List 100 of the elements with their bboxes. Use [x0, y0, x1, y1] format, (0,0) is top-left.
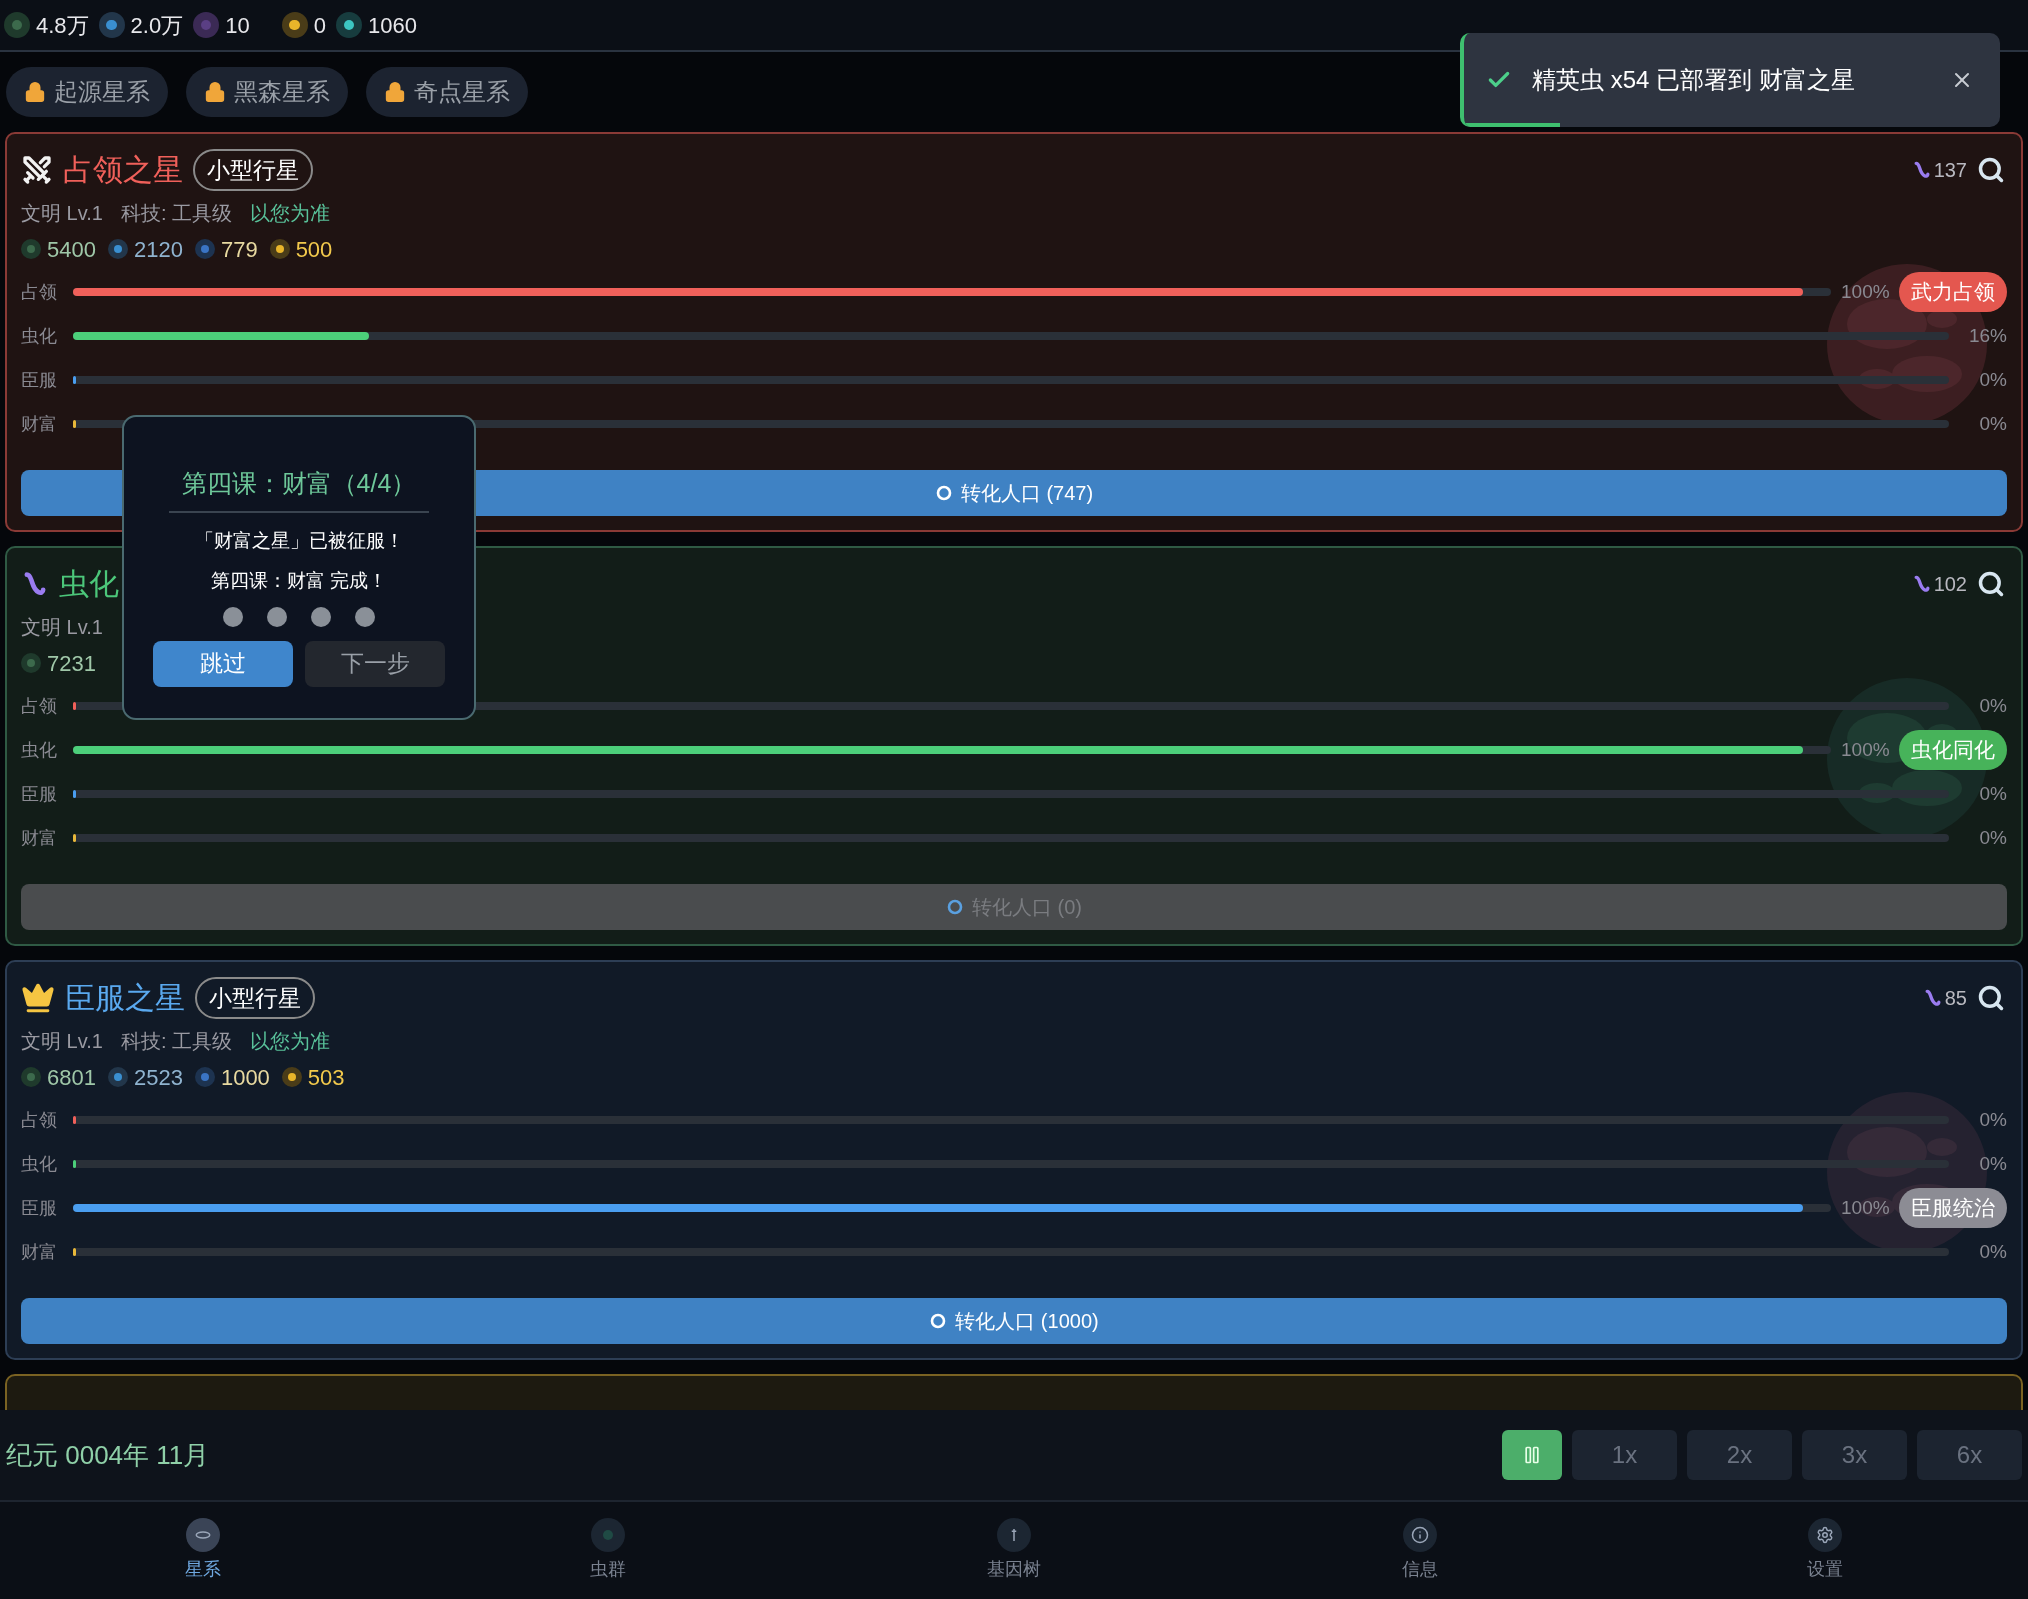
galaxy-tab[interactable]: 奇点星系 [366, 67, 528, 117]
coin-icon [281, 1067, 302, 1087]
crossed-swords-icon [21, 154, 53, 186]
nav-tab[interactable]: 星系 [0, 1502, 406, 1599]
nav-tab[interactable]: 基因树 [811, 1502, 1217, 1599]
bar-percent: 16% [1967, 323, 2007, 348]
planet-title: 臣服之星 [65, 983, 185, 1013]
bar-label: 财富 [21, 1240, 58, 1264]
bar-percent: 0% [1978, 1107, 2007, 1132]
orb-icon [193, 12, 220, 38]
coin-icon [269, 239, 290, 259]
population-icon [4, 12, 30, 38]
planet-info: 以您为准 [250, 201, 330, 226]
lock-icon [384, 81, 406, 103]
bar-percent: 0% [1978, 825, 2007, 850]
planet-info: 文明 Lv.1 [21, 615, 103, 640]
resource-value: 2120 [133, 235, 183, 264]
resource-value: 5400 [47, 235, 96, 264]
resource-value: 1060 [367, 11, 417, 40]
resource-value: 0 [313, 11, 326, 40]
gem-icon [107, 239, 128, 259]
pause-icon [1522, 1445, 1542, 1465]
hive-icon [194, 1067, 215, 1087]
nav-icon [997, 1518, 1031, 1552]
bar-percent: 0% [1978, 1239, 2007, 1264]
refresh-icon [946, 898, 964, 916]
bar-label: 虫化 [21, 1152, 58, 1176]
lock-icon [24, 81, 46, 103]
planet-info: 以您为准 [250, 1029, 330, 1054]
nav-tab[interactable]: 设置 [1622, 1502, 2028, 1599]
bar-percent: 0% [1978, 781, 2007, 806]
tutorial-title: 第四课：财富（4/4） [181, 468, 417, 499]
bar-label: 臣服 [21, 368, 58, 392]
tutorial-text: 「财富之星」已被征服！ [194, 528, 404, 553]
status-badge: 臣服统治 [1899, 1188, 2007, 1228]
next-button[interactable]: 下一步 [305, 640, 445, 687]
coin-icon [281, 12, 308, 38]
crown-icon [21, 981, 55, 1015]
bar-label: 财富 [21, 412, 58, 436]
resource-value: 1000 [220, 1063, 270, 1092]
resource-value: 6801 [47, 1063, 96, 1092]
bar-label: 虫化 [21, 738, 58, 762]
settings-icon [1808, 1518, 1843, 1552]
skip-button[interactable]: 跳过 [153, 640, 293, 687]
gem-icon [107, 1067, 128, 1087]
tutorial-text: 第四课：财富 完成！ [210, 568, 388, 593]
population-icon [21, 653, 41, 673]
planet-title: 虫化 [59, 569, 119, 599]
nav-tab[interactable]: 虫群 [405, 1502, 812, 1599]
resource-value: 2523 [133, 1063, 183, 1092]
nav-icon [185, 1518, 220, 1552]
population-icon [21, 239, 41, 259]
planet-info: 科技: 工具级 [120, 1029, 232, 1054]
bar-label: 财富 [21, 826, 58, 850]
resource-value: 7231 [47, 649, 96, 678]
nav-icon [591, 1518, 626, 1552]
speed-button[interactable]: 3x [1802, 1430, 1907, 1480]
speed-button[interactable]: 2x [1687, 1430, 1792, 1480]
bar-label: 占领 [21, 694, 58, 718]
planet-info: 科技: 工具级 [120, 201, 232, 226]
planet-info: 文明 Lv.1 [21, 1029, 103, 1054]
resource-value: 503 [307, 1063, 345, 1092]
bar-percent: 100% [1841, 1195, 1889, 1220]
galaxy-tab[interactable]: 黑森星系 [186, 67, 348, 117]
planet-info: 文明 Lv.1 [21, 201, 103, 226]
bar-label: 占领 [21, 1108, 58, 1132]
step-dots-icon [223, 606, 375, 627]
refresh-icon [929, 1312, 948, 1330]
resource-value: 500 [295, 235, 333, 264]
refresh-icon [934, 484, 953, 502]
galaxy-tab[interactable]: 起源星系 [6, 67, 168, 117]
resource-value: 779 [220, 235, 258, 264]
bar-label: 臣服 [21, 1196, 58, 1220]
toast-message: 精英虫 x54 已部署到 财富之星 [1532, 65, 1855, 95]
bar-percent: 100% [1841, 737, 1889, 762]
planet-type-tag: 小型行星 [195, 976, 315, 1020]
bar-percent: 100% [1841, 279, 1889, 304]
bug-count: 85 [1944, 986, 1967, 1011]
bug-count: 102 [1933, 572, 1967, 597]
status-badge: 虫化同化 [1899, 730, 2007, 770]
bar-percent: 0% [1978, 411, 2007, 436]
gem-icon [98, 12, 125, 38]
resource-value: 10 [225, 11, 250, 40]
speed-button[interactable]: 6x [1917, 1430, 2022, 1480]
population-icon [21, 1067, 41, 1087]
nav-tab[interactable]: 信息 [1216, 1502, 1623, 1599]
game-date: 纪元 0004年 11月 [6, 1438, 210, 1472]
lock-icon [204, 81, 226, 103]
bar-percent: 0% [1978, 693, 2007, 718]
planet-type-tag: 小型行星 [193, 148, 313, 192]
speed-button[interactable]: 1x [1572, 1430, 1677, 1480]
status-badge: 武力占领 [1899, 272, 2007, 312]
bug-count: 137 [1933, 158, 1967, 183]
hive-icon [194, 239, 215, 259]
resource-value: 4.8万 [36, 11, 89, 40]
bar-label: 占领 [21, 280, 58, 304]
bar-percent: 0% [1978, 367, 2007, 392]
pause-button[interactable] [1502, 1430, 1562, 1480]
convert-population-button[interactable]: 转化人口 (1000) [21, 1298, 2007, 1344]
info-icon [1402, 1518, 1437, 1552]
